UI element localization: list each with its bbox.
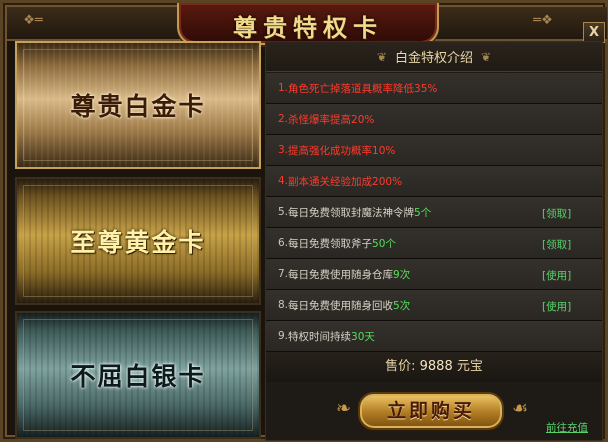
ornament-left-icon: ❦ — [376, 49, 387, 64]
item-number: 7. — [278, 268, 289, 280]
list-item: 7. 每日免费使用随身仓库 9次 [使用] — [266, 259, 602, 290]
recharge-link[interactable]: 前往充值 — [546, 420, 588, 435]
price-label: 售价: — [385, 359, 416, 374]
item-number: 5. — [278, 206, 289, 218]
card-gold[interactable]: 至尊黄金卡 — [15, 177, 261, 305]
ornament-left-icon: ❧ — [336, 398, 352, 419]
list-item: 2. 杀怪爆率提高20% — [266, 104, 602, 135]
list-item: 4. 副本通关经验加成200% — [266, 166, 602, 197]
item-text: 角色死亡掉落道具概率降低35% — [288, 82, 438, 95]
panel-title: 白金特权介绍 — [394, 51, 473, 66]
claim-button[interactable]: [领取] — [542, 237, 571, 252]
card-label: 不屈白银卡 — [70, 362, 206, 391]
item-text: 每日免费使用随身回收 — [288, 299, 394, 312]
price-value: 9888 — [419, 359, 453, 374]
close-button[interactable]: X — [583, 22, 605, 43]
item-amount: 9次 — [393, 268, 411, 281]
privilege-list: 1. 角色死亡掉落道具概率降低35% 2. 杀怪爆率提高20% 3. 提高强化成… — [266, 73, 602, 352]
item-text: 副本通关经验加成200% — [288, 175, 403, 188]
ornament-right-icon: ❦ — [481, 49, 492, 64]
list-item: 5. 每日免费领取封魔法神令牌 5个 [领取] — [266, 197, 602, 228]
item-text: 特权时间持续 — [288, 330, 352, 343]
list-item: 1. 角色死亡掉落道具概率降低35% — [266, 73, 602, 104]
window-title: 尊贵特权卡 — [233, 13, 383, 42]
item-amount: 50个 — [372, 237, 396, 250]
item-number: 9. — [278, 330, 289, 342]
card-silver[interactable]: 不屈白银卡 — [15, 311, 261, 439]
title-plaque: 尊贵特权卡 — [177, 3, 439, 45]
privilege-card-window: ❖═ ═❖ 尊贵特权卡 X 尊贵白金卡 至尊黄金卡 不屈白银卡 ❦ 白金特权介绍… — [0, 0, 608, 442]
card-platinum[interactable]: 尊贵白金卡 — [15, 41, 261, 169]
use-button[interactable]: [使用] — [542, 268, 571, 283]
price-display: 售价: 9888 元宝 — [266, 352, 602, 382]
panel-header: ❦ 白金特权介绍 ❦ — [266, 42, 602, 72]
ornament-icon: ❖═ — [23, 13, 43, 28]
item-text: 每日免费领取封魔法神令牌 — [288, 206, 415, 219]
item-number: 1. — [278, 82, 289, 94]
privilege-panel: ❦ 白金特权介绍 ❦ 1. 角色死亡掉落道具概率降低35% 2. 杀怪爆率提高2… — [265, 41, 603, 441]
item-text: 杀怪爆率提高20% — [288, 113, 375, 126]
ornament-right-icon: ☙ — [512, 398, 529, 419]
list-item: 6. 每日免费领取斧子 50个 [领取] — [266, 228, 602, 259]
list-item: 3. 提高强化成功概率10% — [266, 135, 602, 166]
buy-now-button[interactable]: 立即购买 — [358, 392, 504, 430]
card-label: 尊贵白金卡 — [70, 92, 206, 121]
claim-button[interactable]: [领取] — [542, 206, 571, 221]
card-label: 至尊黄金卡 — [70, 228, 206, 257]
list-item: 9. 特权时间持续 30天 — [266, 321, 602, 352]
item-number: 8. — [278, 299, 289, 311]
item-text: 每日免费领取斧子 — [288, 237, 373, 250]
item-amount: 5次 — [393, 299, 411, 312]
item-text: 提高强化成功概率10% — [288, 144, 396, 157]
card-list: 尊贵白金卡 至尊黄金卡 不屈白银卡 — [15, 41, 261, 441]
item-number: 3. — [278, 144, 289, 156]
price-currency: 元宝 — [456, 359, 483, 374]
item-amount: 5个 — [414, 206, 432, 219]
item-number: 2. — [278, 113, 289, 125]
use-button[interactable]: [使用] — [542, 299, 571, 314]
item-amount: 30天 — [351, 330, 375, 343]
item-number: 6. — [278, 237, 289, 249]
item-number: 4. — [278, 175, 289, 187]
list-item: 8. 每日免费使用随身回收 5次 [使用] — [266, 290, 602, 321]
ornament-icon: ═❖ — [533, 13, 553, 28]
item-text: 每日免费使用随身仓库 — [288, 268, 394, 281]
